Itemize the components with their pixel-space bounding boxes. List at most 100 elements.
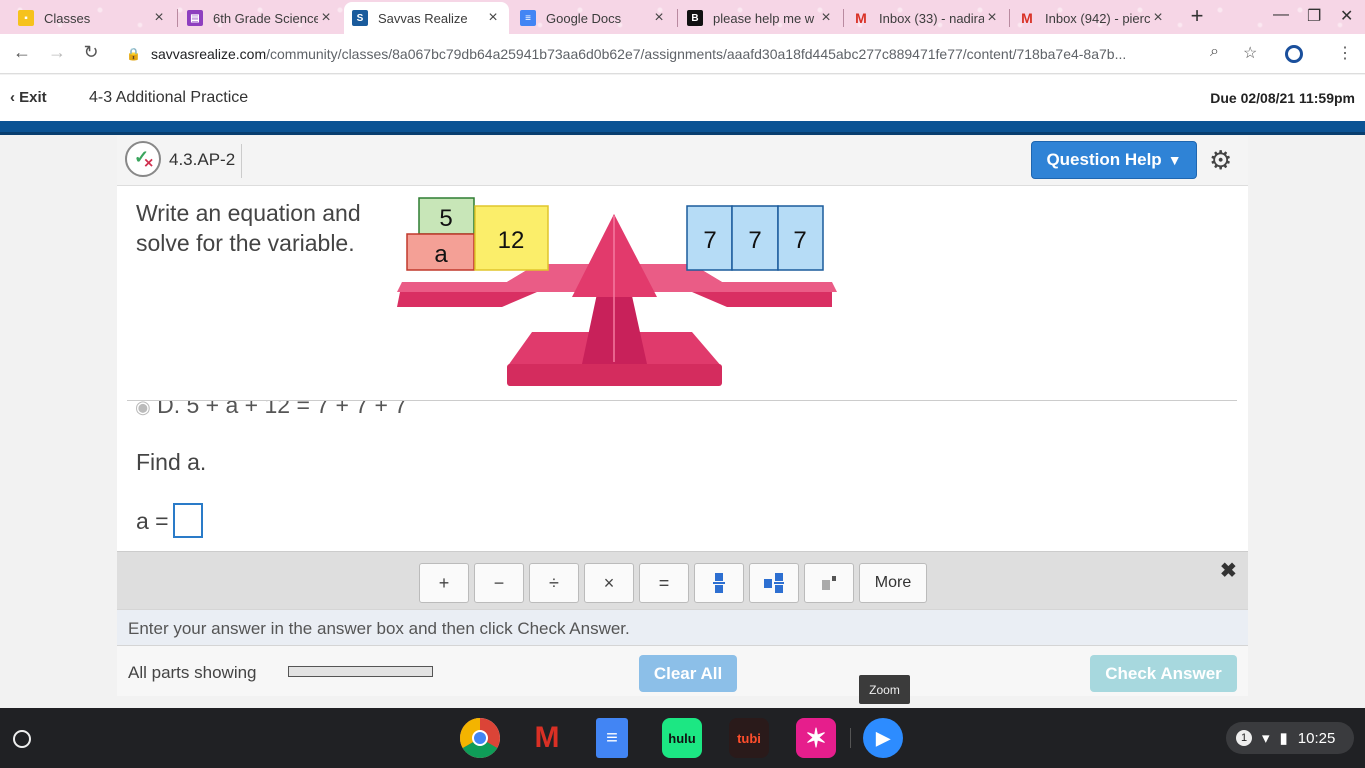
docs-icon: ≡ [520,10,536,26]
tab-brainly[interactable]: B please help me w × [679,2,842,34]
instruction-text: Enter your answer in the answer box and … [117,609,1248,645]
plus-button[interactable]: + [419,563,469,603]
block-a-label: a [434,241,448,268]
close-tab-icon[interactable]: × [651,9,667,27]
exponent-button[interactable] [804,563,854,603]
gmail-icon[interactable]: M [527,718,567,758]
docs-icon[interactable]: ≡ [596,718,628,758]
star-app-icon[interactable]: ✶ [796,718,836,758]
minus-button[interactable]: − [474,563,524,603]
divider [241,144,242,178]
back-icon[interactable]: ← [10,42,34,63]
tab-inbox-33[interactable]: M Inbox (33) - nadira × [845,2,1008,34]
more-button[interactable]: More [859,563,927,603]
tab-title: Classes [44,10,91,26]
close-tab-icon[interactable]: × [151,9,167,27]
notification-count: 1 [1236,730,1252,746]
fraction-button[interactable] [694,563,744,603]
divider [850,728,851,748]
address-bar: ← → ↻ 🔒 savvasrealize.com/community/clas… [0,34,1365,74]
clear-all-button[interactable]: Clear All [639,655,737,692]
lock-icon: 🔒 [126,47,141,61]
find-prompt: Find a. [136,449,207,475]
url-path: /community/classes/8a067bc79db64a25941b7… [266,46,1127,62]
minimize-icon[interactable]: — [1273,6,1289,24]
app-header: ‹ Exit 4-3 Additional Practice Due 02/08… [0,75,1365,121]
savvas-icon: S [352,10,368,26]
equals-button[interactable]: = [639,563,689,603]
close-window-icon[interactable]: ✕ [1340,6,1353,26]
question-header: ✓ × 4.3.AP-2 Question Help ▼ ⚙ [117,136,1248,186]
restore-icon[interactable]: ❐ [1307,6,1321,26]
tab-separator [843,9,844,27]
tab-title: 6th Grade Science [213,10,318,26]
tab-inbox-942[interactable]: M Inbox (942) - pierc × [1011,2,1174,34]
system-tray[interactable]: 1 ▾ ▮ 10:25 [1226,722,1354,754]
choice-d[interactable]: ◉ D. 5 + a + 12 = 7 + 7 + 7 [135,400,407,419]
forward-icon[interactable]: → [45,42,69,63]
tab-savvas[interactable]: S Savvas Realize × [344,2,509,34]
balance-scale: 5 a 12 7 7 7 [397,197,837,386]
mixed-number-button[interactable] [749,563,799,603]
star-icon[interactable]: ☆ [1243,43,1257,63]
question-help-button[interactable]: Question Help ▼ [1031,141,1197,179]
chrome-icon[interactable] [460,718,500,758]
block-7-label: 7 [748,227,761,254]
divider [127,400,1237,401]
tab-separator [1009,9,1010,27]
block-7-label: 7 [793,227,806,254]
battery-icon: ▮ [1279,730,1288,747]
tab-google-docs[interactable]: ≡ Google Docs × [512,2,675,34]
answer-label: a = [136,508,169,534]
times-button[interactable]: × [584,563,634,603]
tab-classes[interactable]: ▪ Classes × [10,2,175,34]
new-tab-button[interactable]: + [1185,5,1209,29]
tubi-icon[interactable]: tubi [729,718,769,758]
taskbar: M ≡ hulu tubi ✶ ▶ 1 ▾ ▮ 10:25 [0,708,1365,768]
purple-doc-icon: ▤ [187,10,203,26]
question-prompt: Write an equation and solve for the vari… [136,200,361,256]
gear-icon[interactable]: ⚙ [1209,145,1232,176]
launcher-icon[interactable] [13,730,31,748]
question-footer: All parts showing Clear All Check Answer [117,645,1248,696]
assignment-title: 4-3 Additional Practice [89,89,249,106]
close-tab-icon[interactable]: × [485,9,501,27]
exit-button[interactable]: ‹ Exit [10,89,47,106]
block-12-label: 12 [498,227,525,254]
reload-icon[interactable]: ↻ [79,42,103,63]
gmail-icon: M [855,10,867,26]
tab-title: Google Docs [546,10,622,26]
clock: 10:25 [1297,729,1336,747]
tab-science[interactable]: ▤ 6th Grade Science × [179,2,342,34]
tab-separator [177,9,178,27]
url-domain: savvasrealize.com [150,46,267,62]
url-field[interactable]: 🔒 savvasrealize.com/community/classes/8a… [112,39,1272,69]
close-tab-icon[interactable]: × [818,9,834,27]
url-text: savvasrealize.com/community/classes/8a06… [151,46,1206,62]
brainly-icon: B [687,10,703,26]
hulu-icon[interactable]: hulu [662,718,702,758]
close-tab-icon[interactable]: × [1150,9,1166,27]
tab-title: Savvas Realize [378,10,468,26]
mixed-number-icon [764,573,784,593]
all-parts-label: All parts showing [128,663,257,682]
progress-bar [288,666,433,677]
gmail-icon: M [1021,10,1033,26]
check-answer-button[interactable]: Check Answer [1090,655,1237,692]
tab-title: Inbox (33) - nadira [879,10,984,26]
zoom-icon[interactable]: ⌕ [1210,43,1219,61]
check-x-icon: ✓ × [125,141,161,177]
close-tab-icon[interactable]: × [318,9,334,27]
divide-button[interactable]: ÷ [529,563,579,603]
tab-strip: ▪ Classes × ▤ 6th Grade Science × S Savv… [0,0,1365,34]
close-icon[interactable]: ✖ [1220,558,1237,583]
header-accent-bar [0,121,1365,135]
answer-input[interactable] [173,503,203,538]
question-help-label: Question Help [1046,150,1162,169]
close-tab-icon[interactable]: × [984,9,1000,27]
math-toolbar: + − ÷ × = More ✖ [117,551,1248,609]
menu-icon[interactable]: ⋮ [1337,43,1353,63]
zoom-app-icon[interactable]: ▶ [863,718,903,758]
profile-icon[interactable] [1285,45,1303,63]
tab-separator [677,9,678,27]
